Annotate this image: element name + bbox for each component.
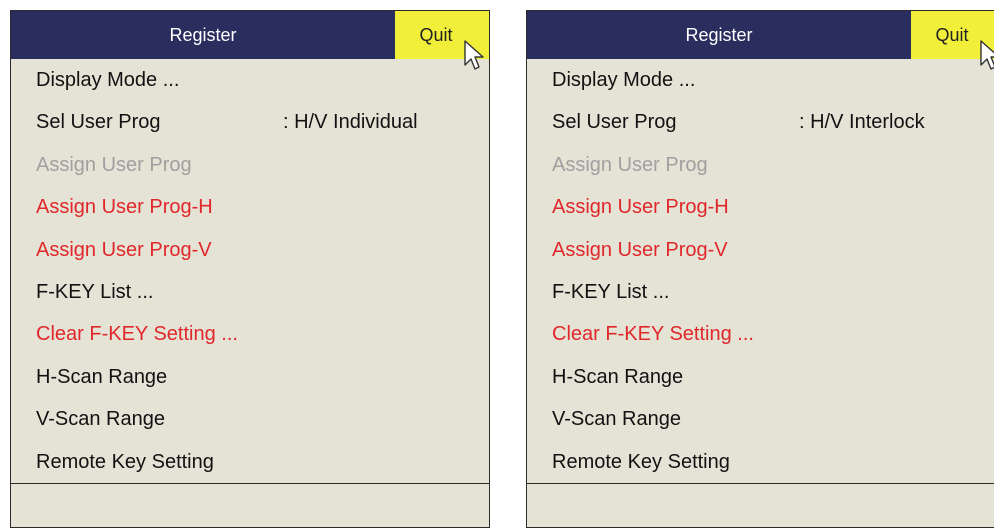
menu-item-label: Display Mode ... [552, 69, 696, 91]
menu-item-display-mode[interactable]: Display Mode ... [527, 59, 994, 101]
menu-titlebar: Register Quit [11, 11, 489, 70]
menu-item-label: F-KEY List ... [36, 280, 154, 303]
register-menu-left: Register Quit Display Mode ... Sel User … [10, 10, 490, 528]
menu-item-label: V-Scan Range [552, 408, 681, 431]
menu-item-label: Assign User Prog-V [36, 238, 212, 261]
footer-divider [11, 483, 489, 484]
menu-item-assign-user-prog: Assign User Prog [527, 144, 994, 186]
menu-item-label: Clear F-KEY Setting ... [36, 323, 238, 346]
menu-item-label: Sel User Prog [552, 111, 677, 134]
menu-items: Display Mode ... Sel User Prog : H/V Inte… [527, 59, 994, 483]
menu-items: Display Mode ... Sel User Prog : H/V Indi… [11, 59, 489, 483]
menu-item-display-mode[interactable]: Display Mode ... [11, 59, 489, 101]
menu-item-assign-user-prog-v[interactable]: Assign User Prog-V [527, 229, 994, 271]
menu-item-remote-key-setting[interactable]: Remote Key Setting [11, 441, 489, 483]
menu-item-clear-fkey-setting[interactable]: Clear F-KEY Setting ... [527, 313, 994, 355]
menu-item-fkey-list[interactable]: F-KEY List ... [11, 271, 489, 313]
menu-item-label: Remote Key Setting [552, 450, 730, 473]
register-menu-right: Register Quit Display Mode ... Sel User … [526, 10, 994, 528]
menu-item-label: Display Mode ... [36, 69, 180, 91]
menu-item-remote-key-setting[interactable]: Remote Key Setting [527, 441, 994, 483]
menu-item-h-scan-range[interactable]: H-Scan Range [11, 356, 489, 398]
menu-item-assign-user-prog-h[interactable]: Assign User Prog-H [527, 186, 994, 228]
menu-item-v-scan-range[interactable]: V-Scan Range [527, 398, 994, 440]
menu-item-label: F-KEY List ... [552, 280, 670, 303]
menu-item-value: : H/V Individual [283, 111, 418, 134]
menu-item-value: : H/V Interlock [799, 111, 925, 134]
menu-item-h-scan-range[interactable]: H-Scan Range [527, 356, 994, 398]
menu-item-v-scan-range[interactable]: V-Scan Range [11, 398, 489, 440]
menu-item-label: Clear F-KEY Setting ... [552, 323, 754, 346]
menu-item-label: Sel User Prog [36, 111, 161, 134]
menu-item-sel-user-prog[interactable]: Sel User Prog : H/V Interlock [527, 101, 994, 143]
menu-item-assign-user-prog-h[interactable]: Assign User Prog-H [11, 186, 489, 228]
menu-item-fkey-list[interactable]: F-KEY List ... [527, 271, 994, 313]
menu-item-clear-fkey-setting[interactable]: Clear F-KEY Setting ... [11, 313, 489, 355]
menu-item-label: Assign User Prog-H [36, 196, 213, 219]
menu-item-label: Assign User Prog [552, 153, 708, 176]
menu-item-label: Remote Key Setting [36, 450, 214, 473]
menu-titlebar: Register Quit [527, 11, 994, 70]
menu-item-label: Assign User Prog [36, 153, 192, 176]
menu-item-label: H-Scan Range [552, 365, 684, 388]
menu-title: Register [685, 25, 753, 45]
menu-item-label: Assign User Prog-H [552, 196, 729, 219]
menu-title: Register [169, 25, 237, 45]
menu-item-sel-user-prog[interactable]: Sel User Prog : H/V Individual [11, 101, 489, 143]
menu-item-assign-user-prog: Assign User Prog [11, 144, 489, 186]
menu-item-label: H-Scan Range [36, 365, 168, 388]
menu-item-assign-user-prog-v[interactable]: Assign User Prog-V [11, 229, 489, 271]
menu-item-label: Assign User Prog-V [552, 238, 728, 261]
menu-item-label: V-Scan Range [36, 408, 165, 431]
footer-divider [527, 483, 994, 484]
